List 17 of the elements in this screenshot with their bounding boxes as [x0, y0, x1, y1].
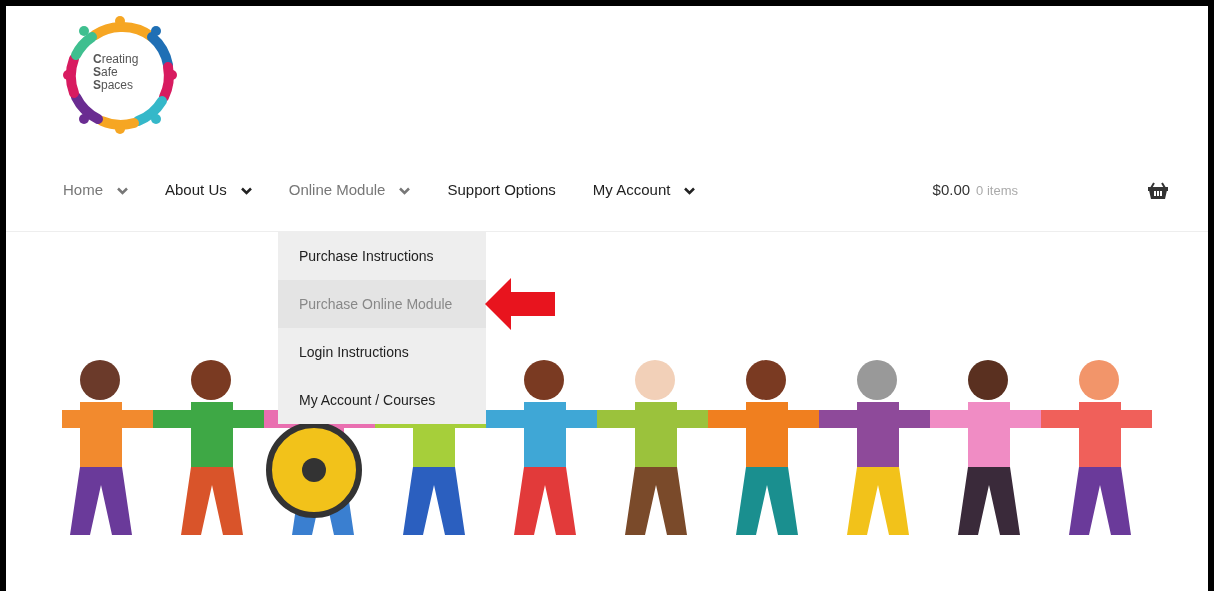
dropdown-item[interactable]: Login Instructions — [278, 328, 486, 376]
cart-total[interactable]: $0.00 — [932, 179, 971, 202]
caret-icon[interactable] — [240, 186, 252, 195]
logo-text: Creating — [93, 53, 139, 66]
logo-text: Safe — [93, 66, 118, 79]
nav-link[interactable]: Home — [63, 179, 128, 202]
nav-link[interactable]: About Us — [165, 179, 252, 202]
logo-text: Spaces — [93, 79, 135, 92]
caret-icon[interactable] — [684, 186, 696, 195]
dropdown-item[interactable]: Purchase Instructions — [278, 232, 486, 280]
basket-icon[interactable] — [1148, 182, 1168, 199]
nav-link[interactable]: My Account — [592, 179, 696, 202]
nav-link[interactable]: Support Options — [447, 179, 556, 202]
dropdown-item[interactable]: My Account / Courses — [278, 376, 486, 424]
logo-ring-icon[interactable] — [60, 15, 180, 135]
nav-link[interactable]: Online Module — [288, 179, 411, 202]
pointer-arrow-icon — [485, 278, 557, 330]
